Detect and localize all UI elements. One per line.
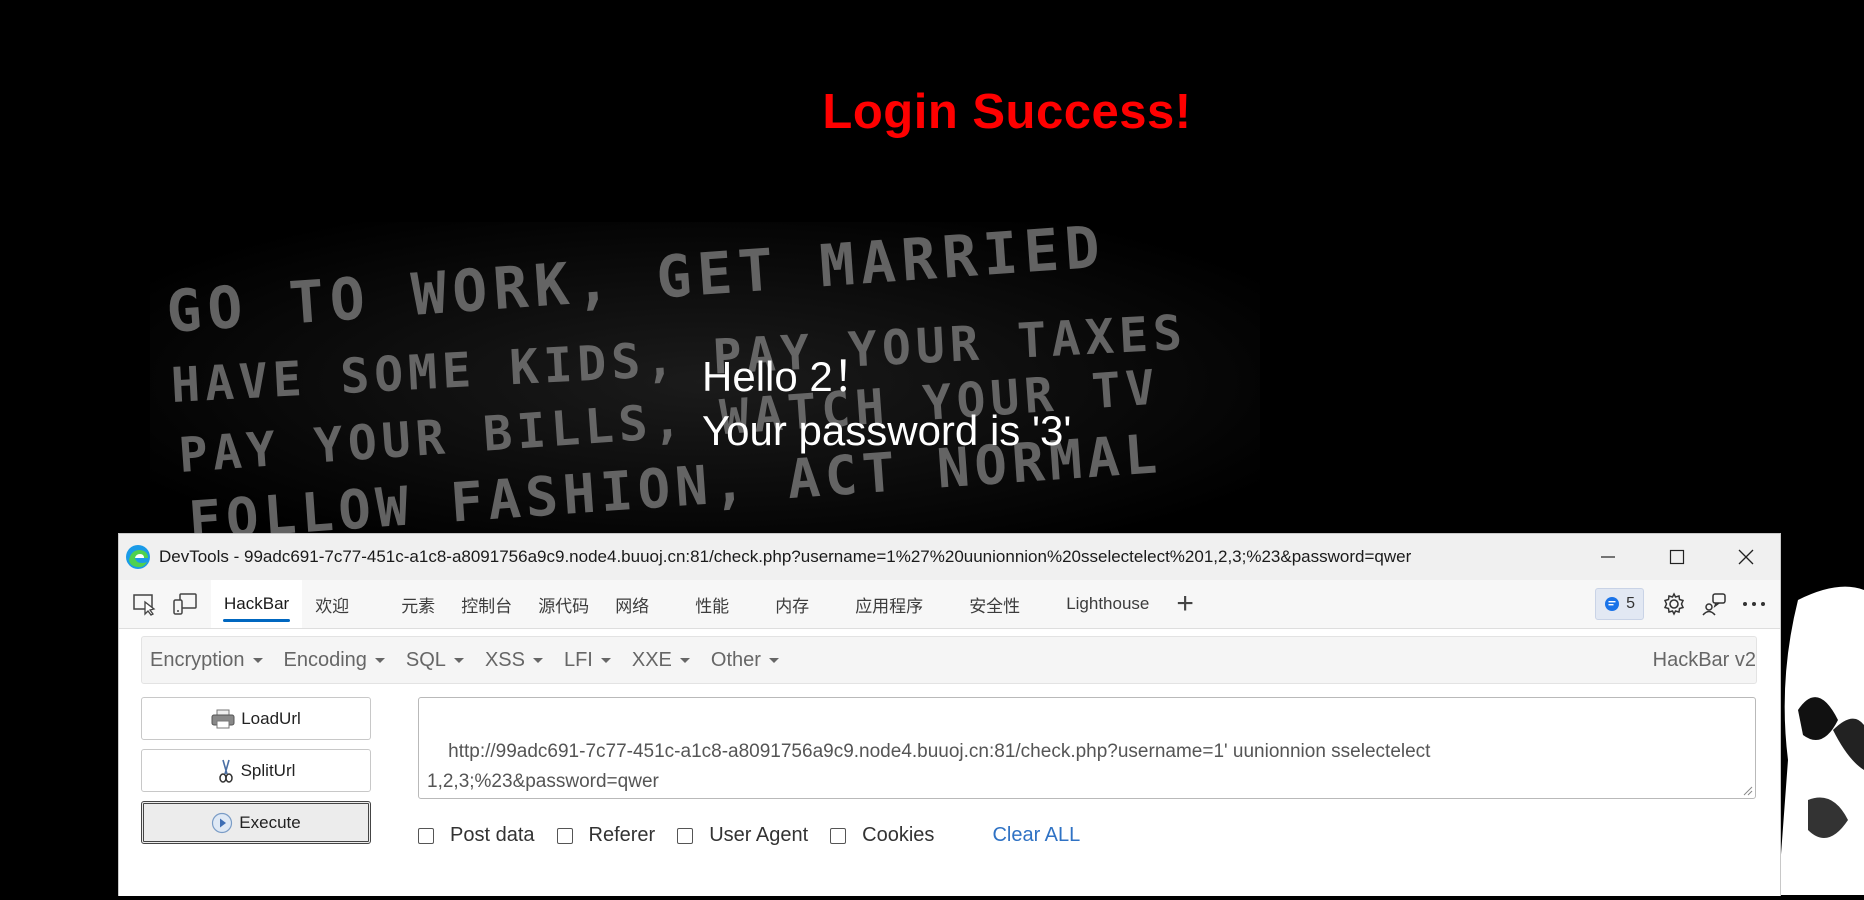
option-cookies[interactable]: Cookies <box>830 824 934 847</box>
tab-network[interactable]: 网络 <box>602 580 662 628</box>
post-data-checkbox[interactable] <box>418 827 434 844</box>
tab-sources[interactable]: 源代码 <box>525 580 602 628</box>
devtools-titlebar: DevTools - 99adc691-7c77-451c-a1c8-a8091… <box>119 534 1780 580</box>
scissors-icon <box>218 759 233 783</box>
device-emulation-button[interactable] <box>171 590 199 618</box>
tab-hackbar[interactable]: HackBar <box>211 580 303 628</box>
url-value: http://99adc691-7c77-451c-a1c8-a8091756a… <box>427 741 1431 792</box>
menu-other-label: Other <box>710 648 761 671</box>
devtools-tabbar: HackBar 欢迎 元素 控制台 源代码 网络 性能 内存 应用程序 安全性 … <box>119 580 1780 629</box>
tab-console[interactable]: 控制台 <box>448 580 525 628</box>
chevron-down-icon <box>768 657 779 663</box>
minimize-button[interactable] <box>1573 534 1642 580</box>
menu-encoding-label: Encoding <box>283 648 367 671</box>
chevron-down-icon <box>532 657 543 663</box>
more-options-button[interactable] <box>1734 584 1774 624</box>
post-data-label: Post data <box>450 824 535 846</box>
chevron-down-icon <box>600 657 611 663</box>
menu-encryption-label: Encryption <box>150 648 245 671</box>
people-feedback-icon <box>1702 593 1726 616</box>
menu-xxe-label: XXE <box>631 648 672 671</box>
maximize-icon <box>1669 549 1684 565</box>
clear-all-link[interactable]: Clear ALL <box>992 824 1080 847</box>
printer-icon <box>211 709 235 728</box>
inspect-element-button[interactable] <box>131 590 159 618</box>
menu-encryption[interactable]: Encryption <box>142 649 276 672</box>
tab-lighthouse[interactable]: Lighthouse <box>1053 580 1162 628</box>
user-agent-label: User Agent <box>709 824 809 846</box>
resize-grip-icon[interactable] <box>1741 784 1753 796</box>
window-controls <box>1573 534 1780 580</box>
tab-memory[interactable]: 内存 <box>762 580 822 628</box>
referer-checkbox[interactable] <box>556 827 573 844</box>
password-line: Your password is '3' <box>702 407 1072 454</box>
menu-sql-label: SQL <box>405 648 446 671</box>
execute-label: Execute <box>239 812 301 832</box>
issues-counter-button[interactable]: 5 <box>1595 588 1644 620</box>
feedback-button[interactable] <box>1694 584 1734 624</box>
split-url-label: SplitUrl <box>240 760 296 780</box>
cookies-checkbox[interactable] <box>830 827 847 844</box>
background-mask-art <box>1778 560 1864 895</box>
user-agent-checkbox[interactable] <box>677 827 694 844</box>
menu-xxe[interactable]: XXE <box>624 649 703 672</box>
add-tool-button[interactable]: + <box>1162 580 1208 628</box>
option-user-agent[interactable]: User Agent <box>677 824 808 847</box>
devtools-window: DevTools - 99adc691-7c77-451c-a1c8-a8091… <box>118 533 1781 896</box>
inspect-cursor-icon <box>133 594 156 616</box>
tab-welcome[interactable]: 欢迎 <box>302 580 362 628</box>
load-url-label: LoadUrl <box>241 708 301 728</box>
chevron-down-icon <box>679 657 690 663</box>
hello-message: Hello 2！ Your password is '3' <box>702 350 1071 458</box>
chevron-down-icon <box>252 657 263 663</box>
menu-xss-label: XSS <box>484 648 525 671</box>
close-button[interactable] <box>1711 534 1780 580</box>
execute-button[interactable]: Execute <box>141 801 371 844</box>
device-toggle-icon <box>173 593 197 615</box>
login-success-heading: Login Success! <box>822 85 1192 139</box>
more-horizontal-icon <box>1743 602 1765 606</box>
chevron-down-icon <box>374 657 385 663</box>
referer-label: Referer <box>588 824 656 846</box>
menu-other[interactable]: Other <box>703 649 792 672</box>
gear-icon <box>1663 592 1685 616</box>
tab-security[interactable]: 安全性 <box>956 580 1033 628</box>
play-icon <box>212 812 233 833</box>
hello-line: Hello 2！ <box>702 353 875 400</box>
hackbar-menu-bar: Encryption Encoding SQL XSS LFI XXE Othe… <box>141 636 1757 684</box>
chat-bubble-icon <box>1605 597 1620 611</box>
load-url-button[interactable]: LoadUrl <box>141 697 371 740</box>
tab-elements[interactable]: 元素 <box>388 580 448 628</box>
issues-count: 5 <box>1626 595 1635 612</box>
devtools-title: DevTools - 99adc691-7c77-451c-a1c8-a8091… <box>159 547 1412 566</box>
split-url-button[interactable]: SplitUrl <box>141 749 371 792</box>
maximize-button[interactable] <box>1642 534 1711 580</box>
option-post-data[interactable]: Post data <box>418 824 535 847</box>
request-options: Post data Referer User Agent Cookies Cle… <box>418 824 1080 847</box>
option-referer[interactable]: Referer <box>556 824 656 847</box>
hackbar-brand: HackBar v2 <box>1652 648 1756 671</box>
chevron-down-icon <box>453 657 464 663</box>
close-icon <box>1738 549 1753 565</box>
menu-lfi-label: LFI <box>563 648 593 671</box>
tab-application[interactable]: 应用程序 <box>842 580 936 628</box>
cookies-label: Cookies <box>862 824 935 846</box>
menu-xss[interactable]: XSS <box>477 649 556 672</box>
minimize-icon <box>1600 556 1615 558</box>
menu-lfi[interactable]: LFI <box>556 649 624 672</box>
menu-sql[interactable]: SQL <box>398 649 477 672</box>
settings-button[interactable] <box>1654 584 1694 624</box>
menu-encoding[interactable]: Encoding <box>276 649 398 672</box>
tab-performance[interactable]: 性能 <box>682 580 742 628</box>
tabbar-right-controls: 5 <box>1595 580 1774 628</box>
edge-logo-icon <box>126 545 150 569</box>
url-textarea[interactable]: http://99adc691-7c77-451c-a1c8-a8091756a… <box>418 697 1756 799</box>
